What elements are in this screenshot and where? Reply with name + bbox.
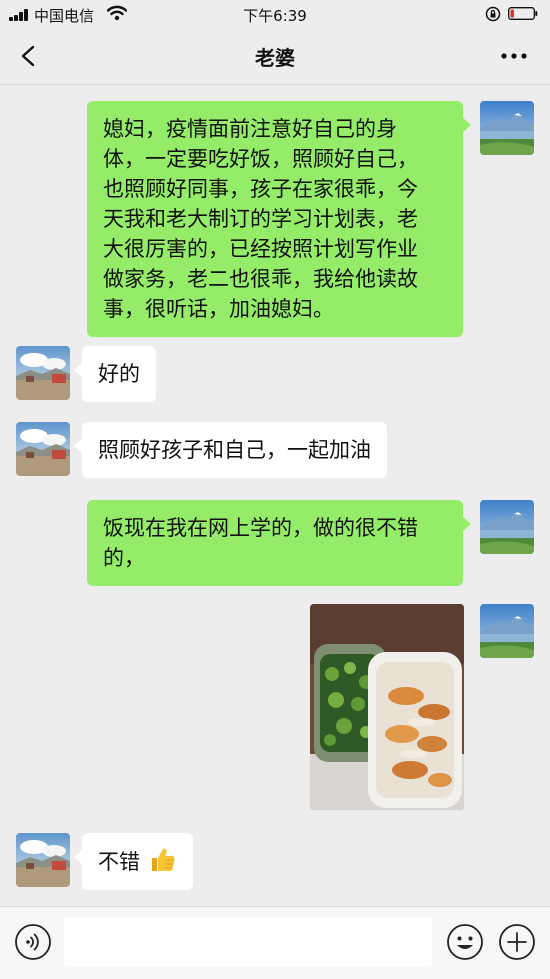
contact-avatar[interactable] bbox=[16, 346, 70, 400]
message-text: 不错 bbox=[98, 850, 140, 874]
message-line: 天我和老大制订的学习计划表，老 bbox=[103, 207, 418, 231]
emoji-icon bbox=[447, 924, 483, 960]
status-time: 下午6:39 bbox=[243, 7, 307, 25]
contact-avatar[interactable] bbox=[16, 422, 70, 476]
input-bar bbox=[0, 906, 550, 979]
status-bar: 中国电信 下午6:39 bbox=[0, 0, 550, 28]
chevron-left-icon bbox=[21, 45, 35, 67]
message-line: 的， bbox=[103, 546, 145, 570]
plus-icon bbox=[499, 924, 535, 960]
battery-icon bbox=[508, 7, 538, 20]
food-photo[interactable] bbox=[310, 604, 464, 810]
message-bubble-received[interactable]: 照顾好孩子和自己，一起加油 bbox=[74, 422, 387, 478]
chat-title: 老婆 bbox=[255, 46, 295, 70]
message-bubble-received[interactable]: 好的 bbox=[74, 346, 156, 402]
message-line: 体，一定要吃好饭，照顾好自己， bbox=[103, 147, 418, 171]
contact-avatar[interactable] bbox=[16, 833, 70, 887]
message-line: 做家务，老二也很乖，我给他读故 bbox=[103, 267, 418, 291]
message-line: 大很厉害的，已经按照计划写作业 bbox=[103, 237, 418, 261]
message-bubble-received[interactable]: 不错 bbox=[74, 833, 193, 890]
message-input[interactable] bbox=[64, 917, 432, 967]
emoji-button[interactable] bbox=[446, 923, 484, 961]
voice-icon bbox=[15, 924, 51, 960]
message-line: 媳妇，疫情面前注意好自己的身 bbox=[103, 117, 397, 141]
my-avatar[interactable] bbox=[480, 500, 534, 554]
orientation-lock-icon bbox=[485, 6, 501, 22]
message-bubble-sent[interactable]: 饭现在我在网上学的，做的很不错 的， bbox=[87, 500, 471, 586]
voice-button[interactable] bbox=[14, 923, 52, 961]
message-bubble-sent[interactable]: 媳妇，疫情面前注意好自己的身 体，一定要吃好饭，照顾好自己， 也照顾好同事，孩子… bbox=[87, 101, 471, 337]
my-avatar[interactable] bbox=[480, 604, 534, 658]
thumbs-up-icon bbox=[151, 848, 175, 871]
more-functions-button[interactable] bbox=[498, 923, 536, 961]
message-text: 照顾好孩子和自己，一起加油 bbox=[98, 438, 371, 462]
nav-bar: 老婆 bbox=[0, 28, 550, 85]
message-line: 也照顾好同事，孩子在家很乖，今 bbox=[103, 177, 418, 201]
my-avatar[interactable] bbox=[480, 101, 534, 155]
more-icon bbox=[501, 53, 527, 59]
message-text: 好的 bbox=[98, 362, 140, 386]
message-line: 事，很听话，加油媳妇。 bbox=[103, 297, 334, 321]
back-button[interactable] bbox=[10, 34, 50, 78]
message-line: 饭现在我在网上学的，做的很不错 bbox=[103, 516, 418, 540]
more-options-button[interactable] bbox=[492, 34, 536, 78]
